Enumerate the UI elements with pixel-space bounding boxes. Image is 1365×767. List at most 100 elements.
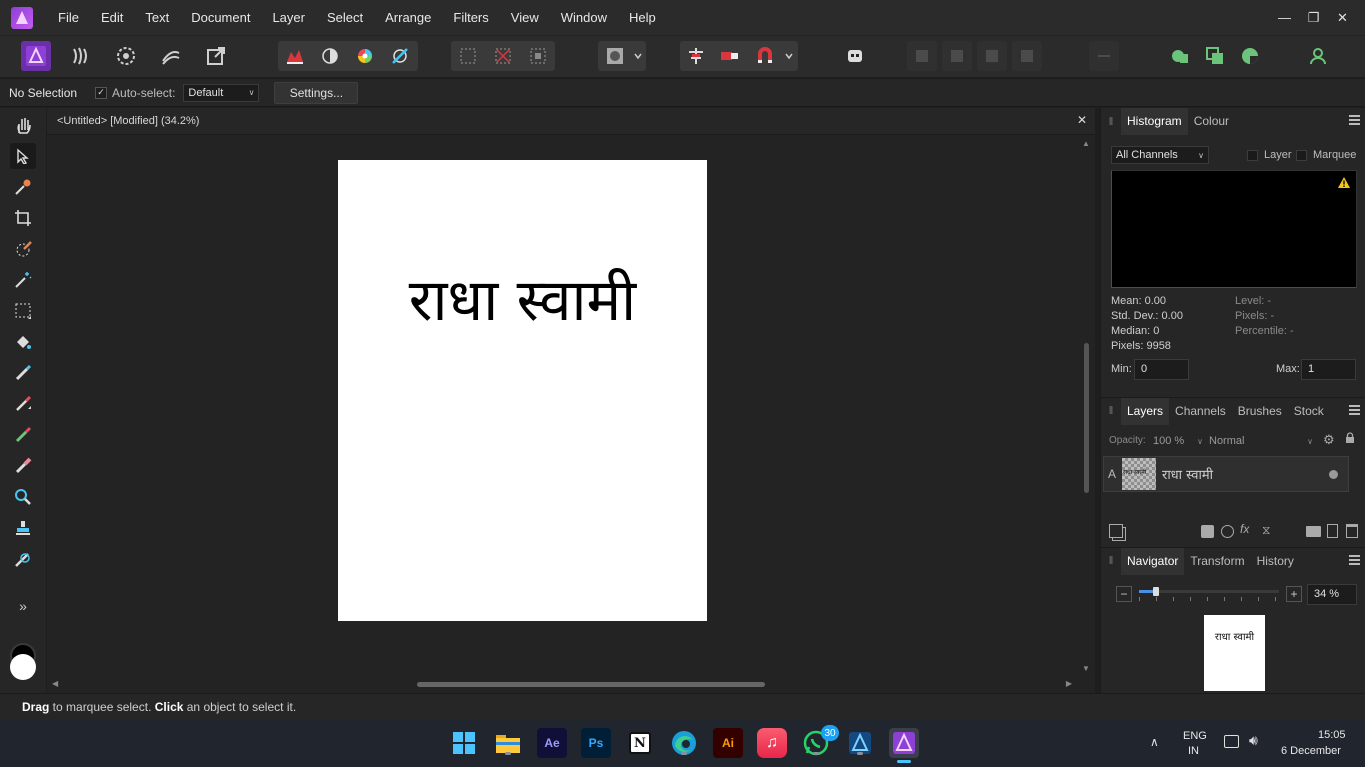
assistant-icon[interactable] xyxy=(715,41,745,71)
network-icon[interactable] xyxy=(1224,735,1239,748)
quick-mask-icon[interactable] xyxy=(600,41,630,71)
snapping-dropdown-icon[interactable] xyxy=(781,41,797,71)
min-input[interactable]: 0 xyxy=(1134,359,1189,380)
scroll-right-icon[interactable]: ▶ xyxy=(1066,679,1072,688)
apple-music-icon[interactable]: ♫ xyxy=(757,728,787,758)
boolean-subtract-icon[interactable] xyxy=(1200,41,1230,71)
crop-tool-icon[interactable] xyxy=(10,205,36,231)
tab-history[interactable]: History xyxy=(1251,548,1300,575)
zoom-in-button[interactable]: + xyxy=(1286,586,1302,602)
zoom-slider-thumb[interactable] xyxy=(1153,587,1159,596)
invert-selection-icon[interactable] xyxy=(523,41,553,71)
view-hand-tool-icon[interactable] xyxy=(10,112,36,138)
auto-contrast-icon[interactable] xyxy=(315,41,345,71)
tab-navigator[interactable]: Navigator xyxy=(1121,547,1185,575)
page-text-layer[interactable]: राधा स्वामी xyxy=(338,258,707,337)
export-persona-icon[interactable] xyxy=(201,41,231,71)
tab-histogram[interactable]: Histogram xyxy=(1121,108,1188,135)
blend-mode-dropdown[interactable]: Normal ∨ xyxy=(1209,432,1313,450)
tab-stock[interactable]: Stock xyxy=(1288,398,1330,425)
layer-name[interactable]: राधा स्वामी xyxy=(1162,465,1213,483)
panel-grip-icon[interactable]: ‖ xyxy=(1101,116,1121,128)
menu-view[interactable]: View xyxy=(500,0,550,35)
menu-edit[interactable]: Edit xyxy=(90,0,134,35)
dodge-brush-tool-icon[interactable] xyxy=(10,422,36,448)
panel-grip-icon[interactable]: ‖ xyxy=(1101,405,1121,417)
vertical-scrollbar[interactable]: ▲ ▼ xyxy=(1082,139,1091,673)
selection-brush-tool-icon[interactable] xyxy=(10,236,36,262)
flood-select-tool-icon[interactable] xyxy=(10,267,36,293)
menu-file[interactable]: File xyxy=(47,0,90,35)
affinity-photo-taskbar-icon[interactable] xyxy=(889,728,919,763)
select-all-icon[interactable] xyxy=(453,41,483,71)
layer-settings-gear-icon[interactable]: ⚙ xyxy=(1323,432,1335,448)
zoom-value-input[interactable]: 34 % xyxy=(1307,584,1357,605)
illustrator-icon[interactable]: Ai xyxy=(713,728,743,758)
document-tab-title[interactable]: <Untitled> [Modified] (34.2%) xyxy=(57,115,199,127)
user-account-icon[interactable] xyxy=(1303,41,1333,71)
close-window-icon[interactable]: ✕ xyxy=(1328,0,1357,35)
adjustment-layer-icon[interactable] xyxy=(1221,525,1234,538)
language-bottom[interactable]: IN xyxy=(1188,745,1199,757)
tab-transform[interactable]: Transform xyxy=(1184,548,1250,575)
boolean-add-icon[interactable] xyxy=(1165,41,1195,71)
zoom-out-button[interactable]: − xyxy=(1116,586,1132,602)
layer-visibility-icon[interactable] xyxy=(1329,470,1338,479)
menu-window[interactable]: Window xyxy=(550,0,618,35)
affinity-designer-icon[interactable] xyxy=(845,728,875,758)
edge-browser-icon[interactable] xyxy=(669,728,699,758)
align-icon[interactable] xyxy=(681,41,711,71)
horizontal-scroll-thumb[interactable] xyxy=(417,682,765,687)
settings-button[interactable]: Settings... xyxy=(274,81,359,104)
arrange-back-icon[interactable] xyxy=(1012,41,1042,71)
tab-colour[interactable]: Colour xyxy=(1188,108,1235,135)
mask-layer-icon[interactable] xyxy=(1201,525,1214,538)
vertical-scroll-thumb[interactable] xyxy=(1084,343,1089,493)
snapping-magnet-icon[interactable] xyxy=(750,41,780,71)
assistant-robot-icon[interactable] xyxy=(840,41,870,71)
layer-row[interactable]: A राधा स्वामी राधा स्वामी xyxy=(1103,456,1349,492)
tab-layers[interactable]: Layers xyxy=(1121,397,1170,425)
scroll-left-icon[interactable]: ◀ xyxy=(52,679,58,688)
layer-studio-icon[interactable] xyxy=(1109,524,1123,538)
develop-persona-icon[interactable] xyxy=(111,41,141,71)
tab-channels[interactable]: Channels xyxy=(1169,398,1232,425)
menu-select[interactable]: Select xyxy=(316,0,374,35)
panel-menu-icon[interactable] xyxy=(1349,115,1360,125)
file-explorer-icon[interactable] xyxy=(493,728,523,758)
lock-icon[interactable] xyxy=(1345,432,1355,444)
move-tool-icon[interactable] xyxy=(10,143,36,169)
navigator-preview[interactable]: राधा स्वामी xyxy=(1204,615,1265,691)
new-group-folder-icon[interactable] xyxy=(1306,526,1321,537)
channel-dropdown[interactable]: All Channels ∨ xyxy=(1111,146,1209,164)
mesh-warp-tool-icon[interactable] xyxy=(10,546,36,572)
layer-checkbox[interactable] xyxy=(1247,150,1258,161)
menu-document[interactable]: Document xyxy=(180,0,261,35)
arrange-front-icon[interactable] xyxy=(977,41,1007,71)
paint-brush-red-tool-icon[interactable] xyxy=(10,391,36,417)
colour-swatch-primary[interactable] xyxy=(10,654,36,680)
language-top[interactable]: ENG xyxy=(1183,730,1207,742)
close-document-icon[interactable]: ✕ xyxy=(1077,113,1087,127)
horizontal-scrollbar[interactable]: ◀ ▶ xyxy=(52,679,1072,689)
clone-stamp-tool-icon[interactable] xyxy=(10,515,36,541)
flood-fill-tool-icon[interactable] xyxy=(10,329,36,355)
menu-text[interactable]: Text xyxy=(134,0,180,35)
document-page[interactable]: राधा स्वामी xyxy=(338,160,707,621)
zoom-tool-icon[interactable] xyxy=(10,484,36,510)
menu-layer[interactable]: Layer xyxy=(261,0,316,35)
scroll-down-icon[interactable]: ▼ xyxy=(1082,664,1090,673)
pixel-layer-icon[interactable]: ⧖ xyxy=(1262,523,1270,538)
zoom-slider[interactable] xyxy=(1139,587,1279,604)
volume-icon[interactable]: 🔊︎ xyxy=(1249,732,1258,749)
liquify-persona-icon[interactable] xyxy=(66,41,96,71)
after-effects-icon[interactable]: Ae xyxy=(537,728,567,758)
paint-brush-tool-icon[interactable] xyxy=(10,360,36,386)
quick-mask-dropdown-icon[interactable] xyxy=(630,41,646,71)
tone-mapping-persona-icon[interactable] xyxy=(156,41,186,71)
autoselect-checkbox[interactable]: ✓ xyxy=(95,86,108,99)
windows-start-icon[interactable] xyxy=(449,728,479,758)
move-forward-icon[interactable] xyxy=(907,41,937,71)
tab-brushes[interactable]: Brushes xyxy=(1232,398,1288,425)
autoselect-dropdown[interactable]: Default ∨ xyxy=(183,83,260,102)
